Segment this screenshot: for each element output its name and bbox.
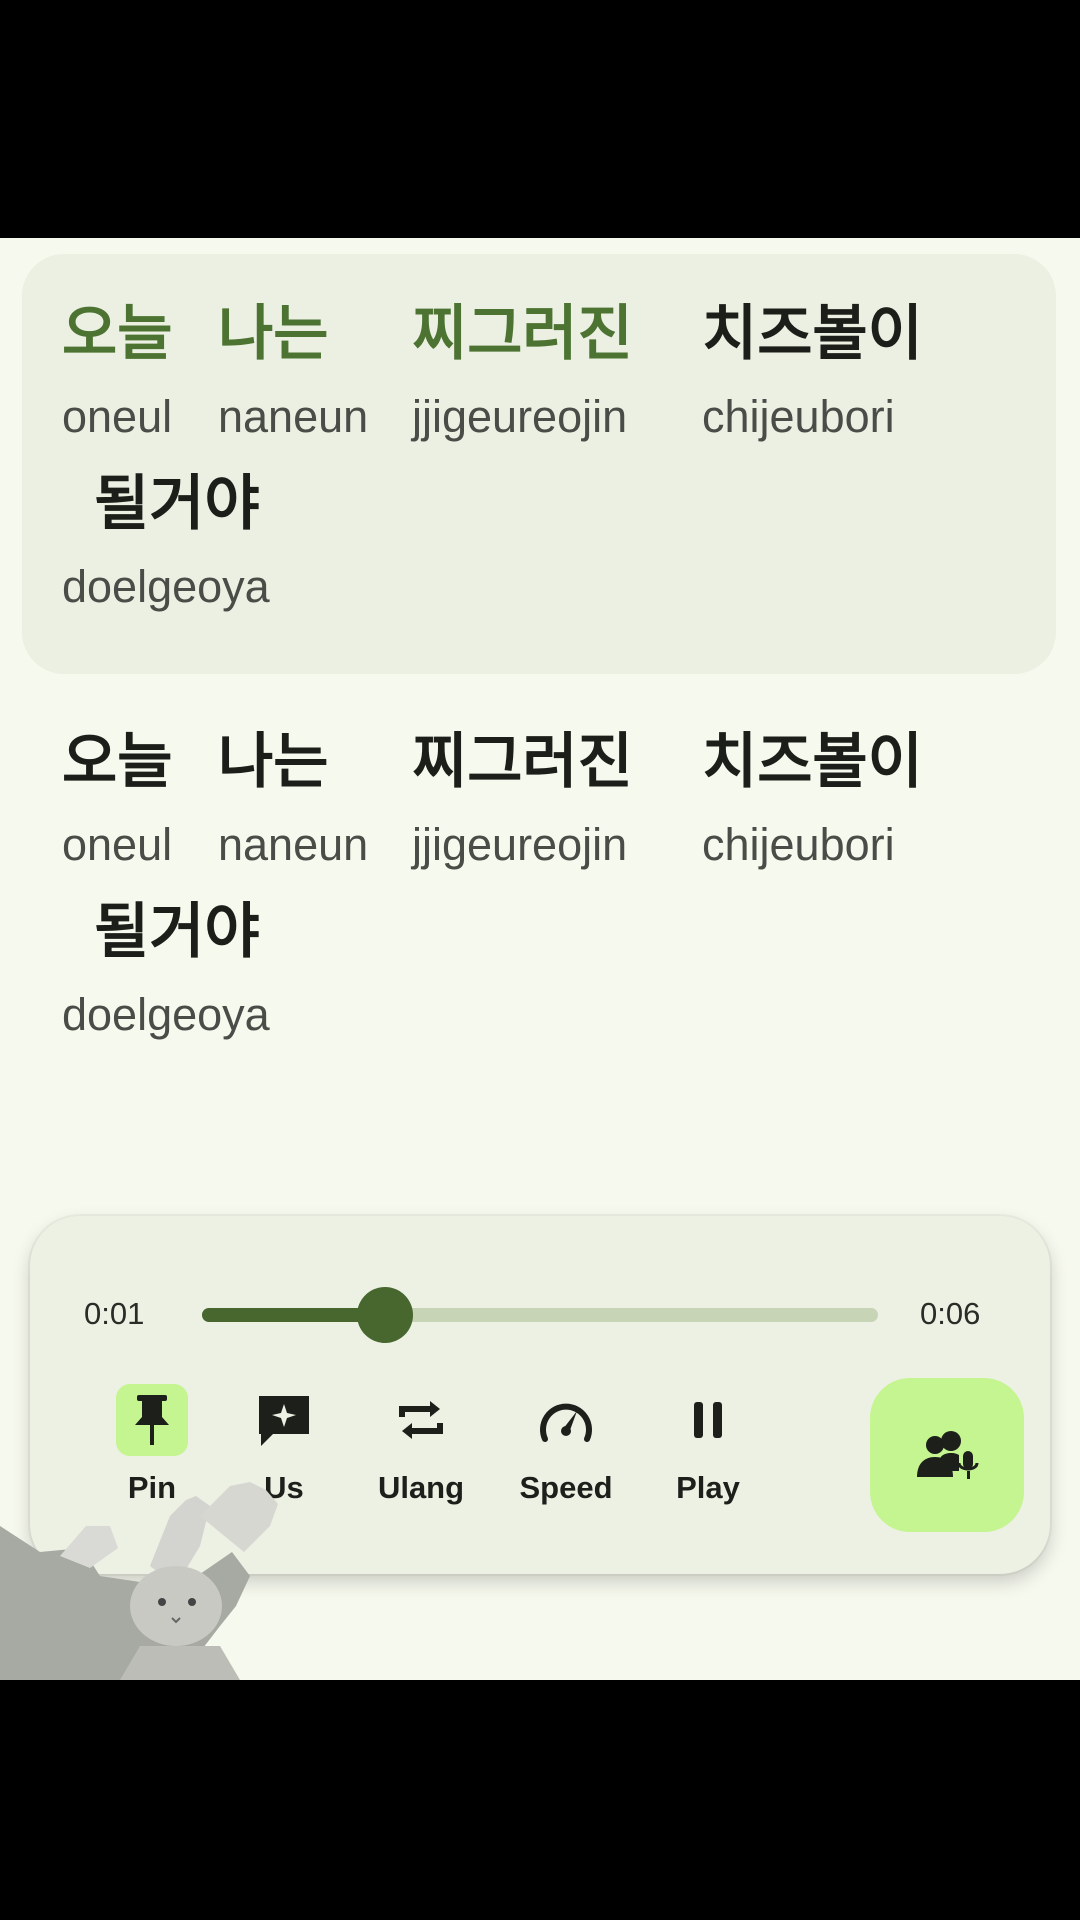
cat-sticker-image <box>0 1482 278 1680</box>
speed-label: Speed <box>519 1470 613 1505</box>
speedometer-icon <box>530 1384 602 1456</box>
word-hangul: 오늘 <box>62 727 173 797</box>
lyric-word: 나는 naneun <box>218 299 368 439</box>
word-romanization: naneun <box>218 819 369 870</box>
word-hangul: 찌그러진 <box>412 299 633 369</box>
word-hangul: 될거야 <box>94 897 260 967</box>
next-lyric-line[interactable]: 오늘 oneul 나는 naneun 찌그러진 jjigeureojin 치즈볼… <box>22 698 1056 1118</box>
repeat-button[interactable]: Ulang <box>361 1384 481 1506</box>
word-hangul: 나는 <box>218 299 329 369</box>
seek-thumb[interactable] <box>356 1287 413 1343</box>
lyric-word: 될거야 doelgeoya <box>62 897 270 1037</box>
lyric-word: 치즈볼이 chijeubori <box>702 299 923 439</box>
speed-button[interactable]: Speed <box>506 1384 626 1506</box>
word-romanization: oneul <box>62 819 173 870</box>
word-romanization: doelgeoya <box>62 989 270 1040</box>
word-hangul: 치즈볼이 <box>702 299 923 369</box>
elapsed-time: 0:01 <box>84 1296 145 1331</box>
word-hangul: 치즈볼이 <box>702 727 923 797</box>
word-romanization: naneun <box>218 391 369 442</box>
play-pause-button[interactable]: Play <box>648 1384 768 1506</box>
lyric-word: 오늘 oneul <box>62 727 173 867</box>
word-hangul: 오늘 <box>62 299 173 369</box>
word-romanization: jjigeureojin <box>412 819 628 870</box>
lyric-word: 될거야 doelgeoya <box>62 469 270 609</box>
lyric-word: 오늘 oneul <box>62 299 173 439</box>
seek-bar[interactable] <box>202 1287 878 1343</box>
word-romanization: chijeubori <box>702 391 895 442</box>
lyric-word: 찌그러진 jjigeureojin <box>412 727 633 867</box>
pause-icon <box>672 1384 744 1456</box>
sparkle-message-icon <box>248 1384 320 1456</box>
word-romanization: jjigeureojin <box>412 391 628 442</box>
duet-mic-icon <box>917 1431 979 1479</box>
word-romanization: oneul <box>62 391 173 442</box>
total-time: 0:06 <box>920 1296 981 1331</box>
word-hangul: 찌그러진 <box>412 727 633 797</box>
play-label: Play <box>676 1470 740 1505</box>
current-lyric-line[interactable]: 오늘 oneul 나는 naneun 찌그러진 jjigeureojin 치즈볼… <box>22 254 1056 674</box>
repeat-icon <box>385 1384 457 1456</box>
pin-icon <box>116 1384 188 1456</box>
word-romanization: doelgeoya <box>62 561 270 612</box>
lyric-word: 찌그러진 jjigeureojin <box>412 299 633 439</box>
duet-mic-button[interactable] <box>870 1378 1024 1532</box>
word-hangul: 나는 <box>218 727 329 797</box>
word-hangul: 될거야 <box>94 469 260 539</box>
lyric-word: 나는 naneun <box>218 727 368 867</box>
repeat-label: Ulang <box>377 1470 465 1505</box>
lyric-word: 치즈볼이 chijeubori <box>702 727 923 867</box>
lyrics-screen: 오늘 oneul 나는 naneun 찌그러진 jjigeureojin 치즈볼… <box>0 238 1080 1680</box>
word-romanization: chijeubori <box>702 819 895 870</box>
